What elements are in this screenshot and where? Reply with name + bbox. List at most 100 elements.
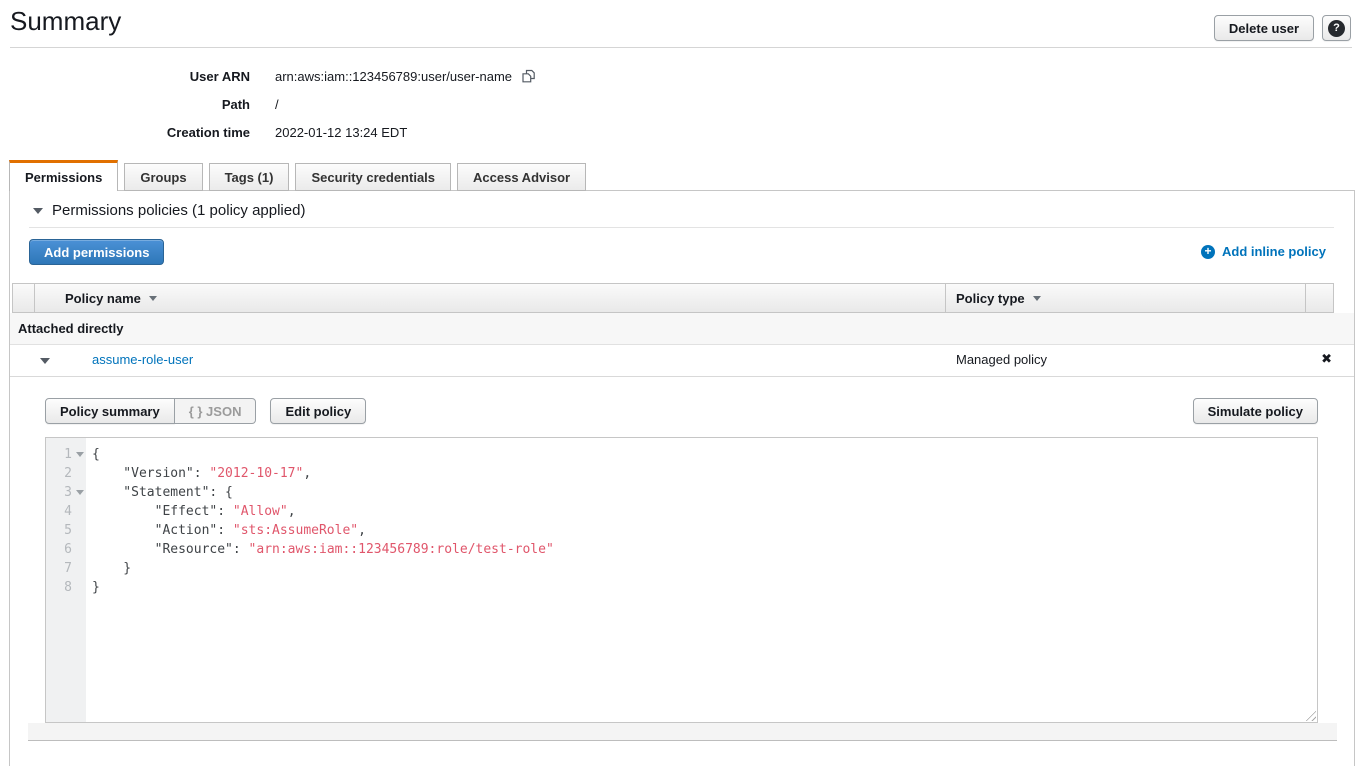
edit-policy-button[interactable]: Edit policy [270, 398, 366, 424]
section-title: Permissions policies (1 policy applied) [52, 202, 305, 219]
header-divider [10, 47, 1352, 48]
editor-line-number-gutter: 1 2 3 4 5 6 7 8 [46, 438, 86, 722]
section-divider [29, 227, 1334, 228]
help-button[interactable]: ? [1322, 15, 1351, 41]
code-token: "Effect": [92, 504, 233, 519]
plus-icon: + [1201, 245, 1215, 259]
line-number: 1 [46, 445, 86, 464]
page-title: Summary [10, 6, 121, 37]
line-number-text: 6 [64, 542, 72, 557]
editor-footer-bar [28, 723, 1337, 741]
field-row-path: Path / [0, 90, 536, 118]
line-number-text: 3 [64, 485, 72, 500]
help-icon: ? [1328, 20, 1345, 37]
add-permissions-button[interactable]: Add permissions [29, 239, 164, 265]
attached-directly-group-row: Attached directly [10, 313, 1354, 345]
code-token: "Version": [92, 466, 209, 481]
creation-time-label: Creation time [0, 125, 250, 140]
copy-icon [521, 68, 536, 84]
json-policy-editor[interactable]: 1 2 3 4 5 6 7 8 { "Version": "2012-10-17… [45, 437, 1318, 723]
code-line: { [92, 445, 1317, 464]
iam-user-summary-page: Summary Delete user ? User ARN arn:aws:i… [0, 0, 1362, 766]
code-token-string: "Allow" [233, 504, 288, 519]
policy-table-row: assume-role-user Managed policy ✖ [10, 345, 1354, 377]
path-label: Path [0, 97, 250, 112]
creation-time-value: 2022-01-12 13:24 EDT [275, 125, 407, 140]
code-line: "Action": "sts:AssumeRole", [92, 521, 1317, 540]
remove-policy-icon[interactable]: ✖ [1321, 351, 1332, 367]
tab-access-advisor[interactable]: Access Advisor [457, 163, 586, 191]
tab-bar: Permissions Groups Tags (1) Security cre… [9, 160, 586, 191]
policy-detail-panel: Policy summary { } JSON Edit policy Simu… [10, 377, 1354, 741]
code-fold-icon[interactable] [76, 452, 84, 457]
line-number: 2 [46, 464, 86, 483]
add-inline-policy-label: Add inline policy [1222, 244, 1326, 259]
field-row-user-arn: User ARN arn:aws:iam::123456789:user/use… [0, 62, 536, 90]
sort-caret-icon [1033, 296, 1041, 301]
tab-groups[interactable]: Groups [124, 163, 202, 191]
delete-user-button[interactable]: Delete user [1214, 15, 1314, 41]
tab-security-credentials[interactable]: Security credentials [295, 163, 451, 191]
code-fold-icon[interactable] [76, 490, 84, 495]
code-line: "Statement": { [92, 483, 1317, 502]
line-number-text: 8 [64, 580, 72, 595]
tab-permissions[interactable]: Permissions [9, 160, 118, 191]
header-actions: Delete user ? [1214, 15, 1351, 41]
code-token: "Statement": { [92, 485, 233, 500]
code-line: } [92, 559, 1317, 578]
code-line: } [92, 578, 1317, 597]
line-number-text: 5 [64, 523, 72, 538]
add-inline-policy-link[interactable]: + Add inline policy [1201, 244, 1326, 259]
line-number: 7 [46, 559, 86, 578]
json-view-button[interactable]: { } JSON [175, 398, 257, 424]
section-collapse-icon [33, 208, 43, 214]
line-number: 8 [46, 578, 86, 597]
sort-caret-icon [149, 296, 157, 301]
code-token: , [303, 466, 311, 481]
code-token: "Resource": [92, 542, 249, 557]
policy-view-buttons: Policy summary { } JSON Edit policy [45, 398, 366, 424]
permissions-policies-section-toggle[interactable]: Permissions policies (1 policy applied) [33, 202, 305, 219]
code-token-string: "arn:aws:iam::123456789:role/test-role" [249, 542, 554, 557]
code-token: } [92, 580, 100, 595]
policy-summary-button[interactable]: Policy summary [45, 398, 175, 424]
line-number-text: 4 [64, 504, 72, 519]
line-number: 3 [46, 483, 86, 502]
code-token: "Action": [92, 523, 233, 538]
line-number-text: 1 [64, 447, 72, 462]
group-row-label: Attached directly [18, 321, 123, 336]
code-token-string: "sts:AssumeRole" [233, 523, 358, 538]
json-code-area: { "Version": "2012-10-17", "Statement": … [86, 438, 1317, 722]
user-arn-value: arn:aws:iam::123456789:user/user-name [275, 69, 512, 84]
simulate-policy-button[interactable]: Simulate policy [1193, 398, 1318, 424]
line-number-text: 2 [64, 466, 72, 481]
code-token: { [92, 447, 100, 462]
code-token-string: "2012-10-17" [209, 466, 303, 481]
summary-fields: User ARN arn:aws:iam::123456789:user/use… [0, 62, 536, 146]
code-token: , [358, 523, 366, 538]
expander-column-header [13, 284, 35, 312]
code-line: "Resource": "arn:aws:iam::123456789:role… [92, 540, 1317, 559]
policy-type-column-header[interactable]: Policy type [945, 284, 1305, 312]
line-number-text: 7 [64, 561, 72, 576]
policy-name-link[interactable]: assume-role-user [92, 352, 193, 367]
policies-table-header: Policy name Policy type [12, 283, 1334, 313]
field-row-creation-time: Creation time 2022-01-12 13:24 EDT [0, 118, 536, 146]
path-value: / [275, 97, 279, 112]
tab-tags[interactable]: Tags (1) [209, 163, 290, 191]
code-token: , [288, 504, 296, 519]
action-column-header [1305, 284, 1333, 312]
line-number: 4 [46, 502, 86, 521]
code-line: "Effect": "Allow", [92, 502, 1317, 521]
line-number: 5 [46, 521, 86, 540]
policy-name-header-label: Policy name [65, 291, 141, 306]
policy-type-header-label: Policy type [956, 291, 1025, 306]
code-token: } [92, 561, 131, 576]
policy-type-value: Managed policy [956, 352, 1047, 367]
code-line: "Version": "2012-10-17", [92, 464, 1317, 483]
row-expander-icon[interactable] [40, 358, 50, 364]
user-arn-label: User ARN [0, 69, 250, 84]
policy-name-column-header[interactable]: Policy name [35, 284, 945, 312]
copy-arn-button[interactable] [521, 68, 536, 84]
permissions-tab-panel: Permissions policies (1 policy applied) … [9, 190, 1355, 766]
